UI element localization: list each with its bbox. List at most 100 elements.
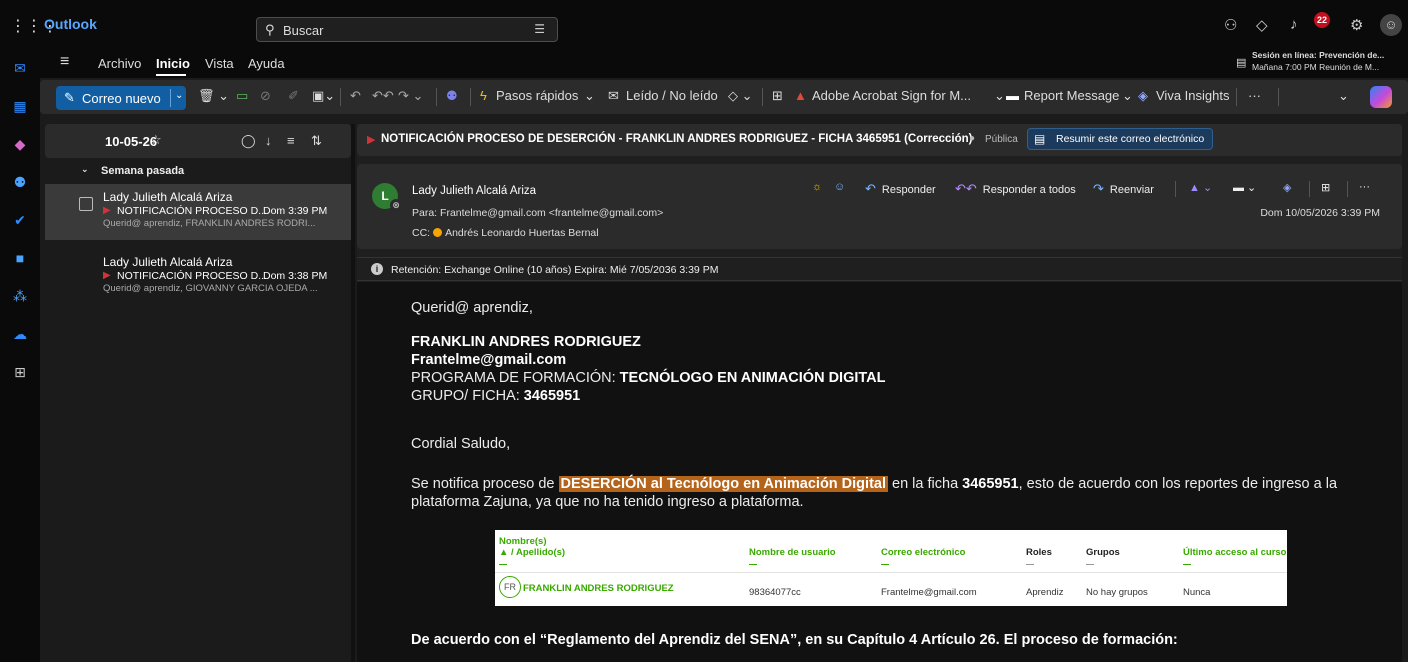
adobe-chevron-icon[interactable]: ⌄ [994,88,1005,104]
avatar[interactable]: L ⊗ [372,183,402,211]
search-input[interactable]: Buscar [283,23,323,38]
apps-icon[interactable]: ⊞ [772,88,783,104]
cc-label: CC: [412,227,431,239]
collapse-chevron-icon[interactable]: ⌄ [81,164,89,175]
select-mode-icon[interactable]: ◯ [241,133,256,149]
hamburger-icon[interactable]: ≡ [60,53,69,71]
student-email-text: Frantelme@gmail.com [411,352,567,368]
move-icon[interactable]: ▣⌄ [312,88,335,104]
report-message-icon[interactable]: ▬ ⌄ [1233,181,1256,194]
sort-icon[interactable]: ⇅ [311,133,322,149]
pane-divider[interactable] [351,124,355,662]
message-date: Dom 3:38 PM [263,270,328,282]
favorite-star-icon[interactable]: ☆ [150,132,162,148]
group-value: 3465951 [523,388,581,404]
message-preview: Querid@ aprendiz, GIOVANNY GARCIA OJEDA … [103,283,318,294]
tab-ayuda[interactable]: Ayuda [248,56,285,71]
teams-icon[interactable]: ⚇ [1224,16,1237,34]
org-app-icon[interactable]: ⁂ [10,286,30,306]
sweep-icon[interactable]: ✐ [288,88,299,104]
table-cell-name[interactable]: FRANKLIN ANDRES RODRIGUEZ [523,583,674,594]
col-header-username[interactable]: Nombre de usuario [749,547,836,565]
col-header-name-top: Nombre(s) [499,536,547,547]
more-options-button[interactable]: ··· [1248,88,1261,103]
copilot-icon[interactable] [1370,86,1392,108]
table-cell-role: Aprendiz [1026,587,1064,598]
col-header-email[interactable]: Correo electrónico [881,547,965,565]
emoji-icon[interactable]: ☺ [834,181,845,193]
sender-name[interactable]: Lady Julieth Alcalá Ariza [412,185,536,197]
megaphone-icon[interactable]: ♪ [1290,16,1298,33]
col-dash [881,564,889,565]
feedback-icon[interactable]: ◇ [1256,16,1268,34]
new-mail-button[interactable]: ✎ Correo nuevo ⌄ [56,86,186,110]
select-checkbox[interactable] [79,197,93,211]
ribbon-divider [762,88,763,106]
todo-app-icon[interactable]: ✔ [10,210,30,230]
message-preview: Querid@ aprendiz, FRANKLIN ANDRES RODRI.… [103,218,316,229]
apps-icon[interactable]: ⊞ [1321,181,1330,194]
viva-insights-button[interactable]: Viva Insights [1156,88,1229,103]
group-header[interactable]: ⌄ Semana pasada [45,161,351,183]
adobe-sign-button[interactable]: Adobe Acrobat Sign for M... [812,88,971,103]
summarize-button[interactable]: ▤ Resumir este correo electrónico [1027,128,1213,150]
onedrive-app-icon[interactable]: ☁ [10,324,30,344]
reply-all-button[interactable]: ↶↶ Responder a todos [955,181,1076,197]
mail-app-icon[interactable]: ✉ [10,58,30,78]
archive-icon[interactable]: ▭ [236,88,248,104]
list-item[interactable]: Lady Julieth Alcalá Ariza ▶ NOTIFICACIÓN… [45,249,351,305]
tag-icon[interactable]: ◇ ⌄ [728,88,753,104]
reply-all-icon[interactable]: ↶↶ [372,88,394,104]
presence-icon: ⊗ [390,199,402,211]
tab-inicio[interactable]: Inicio [156,56,190,71]
tab-vista[interactable]: Vista [205,56,234,71]
teams-share-icon[interactable]: ⚉ [446,88,458,104]
forward-button[interactable]: ↷ Reenviar [1093,181,1154,197]
list-item[interactable]: Lady Julieth Alcalá Ariza ▶ NOTIFICACIÓN… [45,184,351,240]
people-app-icon[interactable]: ⚉ [10,172,30,192]
filter-icon[interactable]: ☰ [534,22,545,36]
to-recipient[interactable]: Frantelme@gmail.com <frantelme@gmail.com… [440,207,663,219]
avatar: FR [499,576,521,598]
col-header-roles[interactable]: Roles [1026,547,1052,565]
col-header-groups[interactable]: Grupos [1086,547,1120,565]
chevron-down-icon[interactable]: ⌄ [175,90,183,101]
cc-recipient[interactable]: Andrés Leonardo Huertas Bernal [445,227,599,239]
col-header-name[interactable]: Nombre(s) ▲ / Apellido(s) [499,536,565,565]
calendar-app-icon[interactable]: ▦ [10,96,30,116]
read-unread-button[interactable]: Leído / No leído [626,88,718,103]
reply-all-label: Responder a todos [982,184,1076,196]
tab-archivo[interactable]: Archivo [98,56,141,71]
adobe-icon[interactable]: ▲ ⌄ [1189,181,1212,194]
report-message-button[interactable]: Report Message [1024,88,1119,103]
cordial-greeting: Cordial Saludo, [411,436,511,452]
app-name[interactable]: Outlook [44,16,97,32]
files-app-icon[interactable]: ■ [10,248,30,268]
report-chevron-icon[interactable]: ⌄ [1122,88,1133,104]
ribbon-expand-chevron-icon[interactable]: ⌄ [1338,88,1349,104]
reply-all-icon: ↶↶ [955,181,977,196]
ribbon-divider [1236,88,1237,106]
copilot-app-icon[interactable]: ◆ [10,134,30,154]
read-unread-icon: ✉ [608,88,619,103]
forward-icon[interactable]: ↷ ⌄ [398,88,423,104]
reply-icon[interactable]: ↶ [350,88,361,104]
presence-away-icon [433,228,443,237]
jump-to-icon[interactable]: ↓ [265,133,272,148]
profile-avatar-icon[interactable]: ☺ [1380,14,1402,36]
reply-button[interactable]: ↶ Responder [865,181,936,197]
search-box[interactable]: ⚲ Buscar ☰ [256,17,558,42]
viva-icon[interactable]: ◈ [1283,181,1291,194]
more-apps-icon[interactable]: ⊞ [10,362,30,382]
paragraph-line-2: plataforma Zajuna, ya que no ha tenido i… [411,494,804,510]
more-actions-icon[interactable]: ··· [1359,181,1370,193]
delete-icon[interactable]: 🗑 ⌄ [198,88,229,104]
quick-steps-button[interactable]: Pasos rápidos [496,88,578,103]
report-icon[interactable]: ⊘ [260,88,271,104]
settings-icon[interactable]: ⚙ [1350,16,1363,34]
filter-list-icon[interactable]: ≡ [287,133,295,148]
quick-steps-chevron-icon[interactable]: ⌄ [584,88,595,104]
col-header-last-access[interactable]: Último acceso al curso [1183,547,1286,565]
group-label: GRUPO/ FICHA: [411,388,520,404]
sun-icon[interactable]: ☼ [812,181,822,193]
